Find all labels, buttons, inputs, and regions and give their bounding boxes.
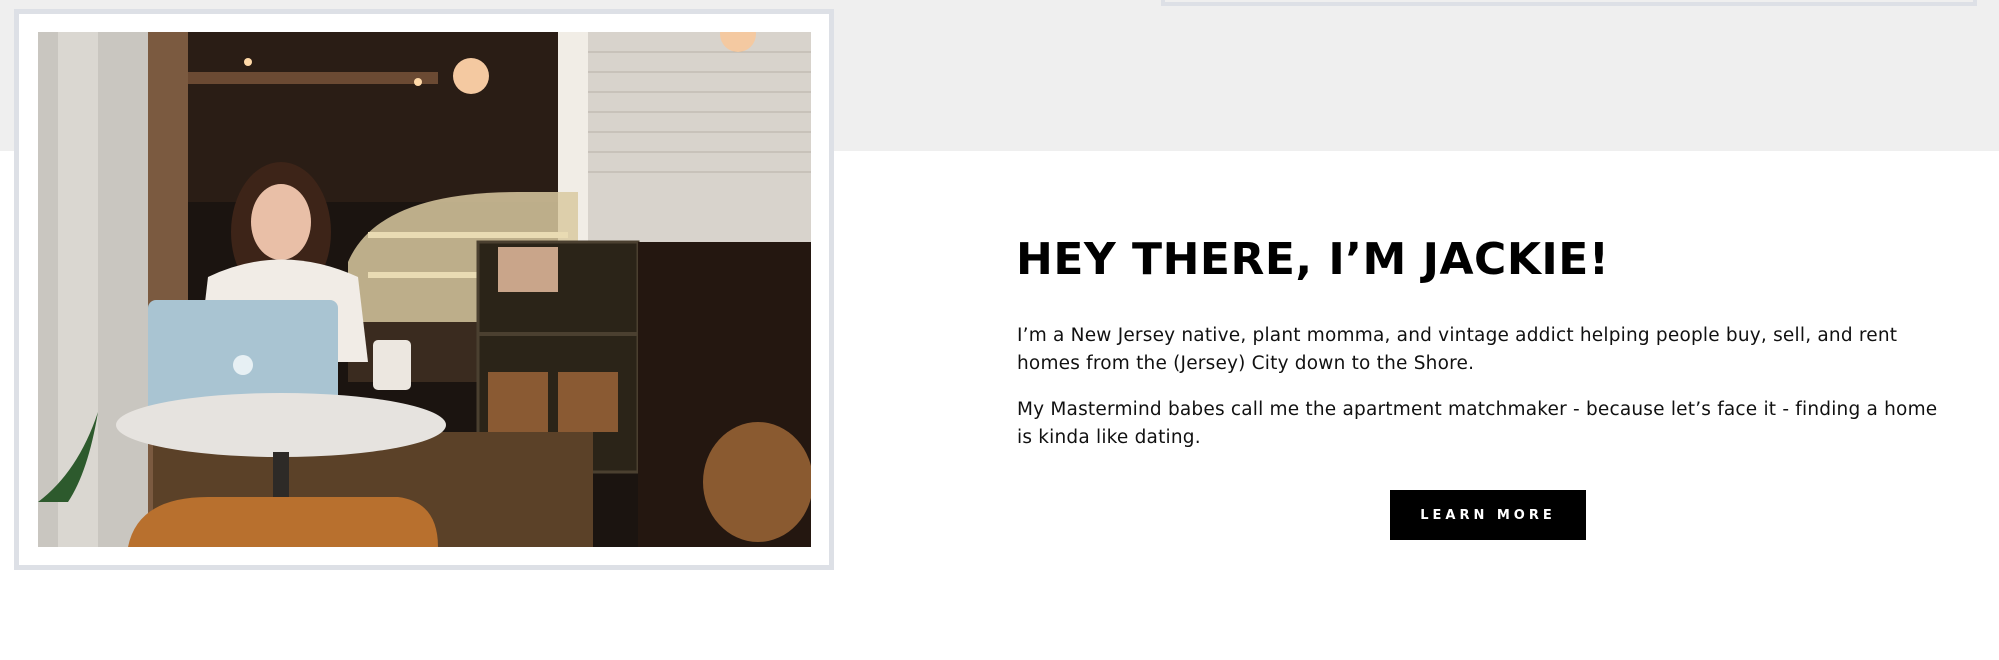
- cafe-photo-illustration: [38, 32, 811, 547]
- top-right-frame-edge: [1161, 0, 1977, 6]
- learn-more-button[interactable]: LEARN MORE: [1390, 490, 1586, 540]
- cafe-photo: [38, 32, 811, 547]
- about-heading: HEY THERE, I’M JACKIE!: [1016, 234, 1610, 285]
- about-paragraph-matchmaker: My Mastermind babes call me the apartmen…: [1017, 399, 1938, 448]
- about-paragraph-intro: I’m a New Jersey native, plant momma, an…: [1017, 325, 1898, 374]
